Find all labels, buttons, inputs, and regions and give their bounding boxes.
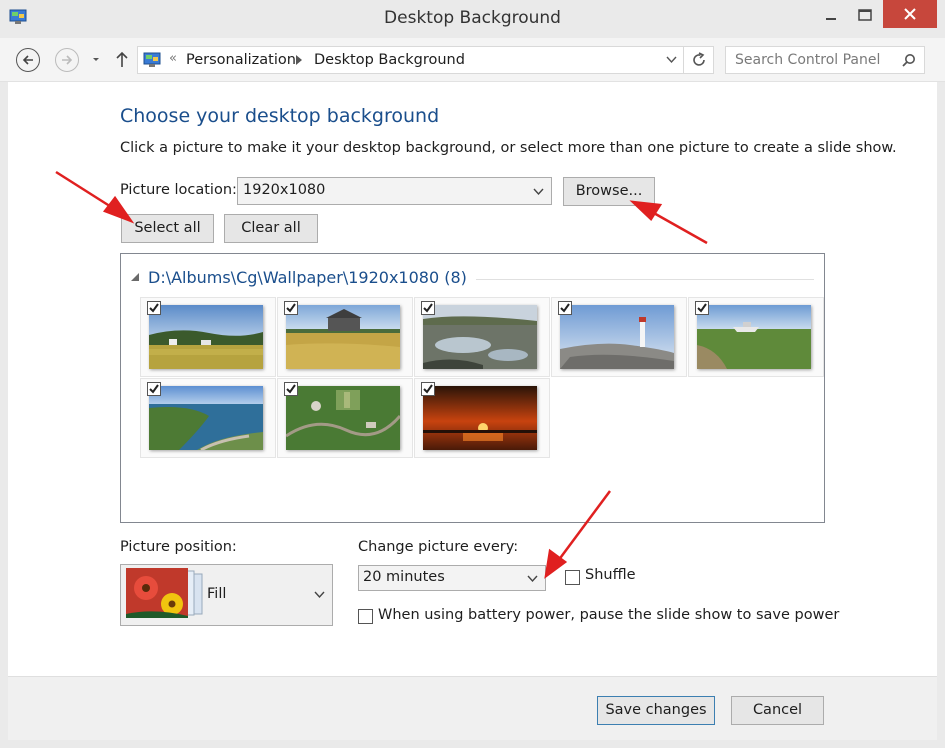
picture-position-value: Fill: [207, 586, 227, 602]
thumbnail-checkbox[interactable]: [284, 301, 298, 315]
breadcrumb-desktop-background[interactable]: Desktop Background: [314, 52, 465, 68]
breadcrumb-separator-icon[interactable]: [296, 55, 302, 65]
forward-button[interactable]: [55, 48, 79, 72]
group-divider: [476, 279, 814, 280]
picture-position-preview-icon: [126, 568, 203, 618]
thumbnail-coastal-cliff-road[interactable]: [140, 378, 276, 458]
picture-position-dropdown[interactable]: Fill: [120, 564, 333, 626]
back-button[interactable]: [16, 48, 40, 72]
checkmark-icon: [149, 384, 159, 394]
arrow-left-icon: [22, 55, 33, 65]
checkmark-icon: [423, 303, 433, 313]
checkmark-icon: [286, 384, 296, 394]
thumbnail-field-with-houses[interactable]: [140, 297, 276, 377]
refresh-button[interactable]: [684, 46, 714, 74]
control-panel-icon: [143, 52, 161, 67]
title-bar: Desktop Background: [0, 0, 945, 38]
thumbnail-barn-in-wheat-field[interactable]: [277, 297, 413, 377]
group-header[interactable]: D:\Albums\Cg\Wallpaper\1920x1080 (8): [148, 268, 467, 287]
shuffle-label[interactable]: Shuffle: [585, 567, 636, 583]
thumbnail-checkbox[interactable]: [695, 301, 709, 315]
navigation-bar: « Personalization Desktop Background: [0, 38, 945, 82]
close-icon: [904, 8, 916, 20]
minimize-icon: [826, 18, 836, 20]
cancel-button[interactable]: Cancel: [731, 696, 824, 725]
window-title: Desktop Background: [384, 8, 561, 28]
thumbnail-checkbox[interactable]: [421, 382, 435, 396]
wallpaper-boat-on-grassland: [697, 305, 811, 369]
thumbnail-checkbox[interactable]: [421, 301, 435, 315]
collapse-group-icon[interactable]: [131, 273, 139, 281]
breadcrumb-personalization[interactable]: Personalization: [186, 52, 296, 68]
thumbnail-checkbox[interactable]: [284, 382, 298, 396]
browse-button[interactable]: Browse...: [563, 177, 655, 206]
checkmark-icon: [286, 303, 296, 313]
content-panel: Choose your desktop background Click a p…: [8, 82, 937, 676]
arrow-right-icon: [62, 55, 73, 65]
select-all-button[interactable]: Select all: [121, 214, 214, 243]
chevron-down-icon[interactable]: [666, 56, 677, 64]
clear-all-button[interactable]: Clear all: [224, 214, 318, 243]
thumbnail-lighthouse-on-rocks[interactable]: [551, 297, 687, 377]
picture-location-value: 1920x1080: [243, 182, 326, 198]
checkmark-icon: [149, 303, 159, 313]
checkmark-icon: [560, 303, 570, 313]
wallpaper-sunset-over-water: [423, 386, 537, 450]
wallpaper-barn-in-wheat-field: [286, 305, 400, 369]
wallpaper-field-with-houses: [149, 305, 263, 369]
chevron-down-icon: [527, 575, 538, 583]
up-arrow-icon[interactable]: [114, 50, 130, 68]
page-description: Click a picture to make it your desktop …: [120, 140, 897, 156]
checkmark-icon: [423, 384, 433, 394]
maximize-icon: [858, 9, 872, 21]
picture-position-label: Picture position:: [120, 539, 237, 555]
page-title: Choose your desktop background: [120, 105, 440, 127]
thumbnail-aerial-village[interactable]: [277, 378, 413, 458]
battery-pause-checkbox[interactable]: [358, 609, 373, 624]
checkmark-icon: [697, 303, 707, 313]
change-picture-label: Change picture every:: [358, 539, 519, 555]
minimize-button[interactable]: [814, 0, 848, 30]
thumbnail-sunset-over-water[interactable]: [414, 378, 550, 458]
search-input[interactable]: [726, 47, 891, 73]
wallpaper-aerial-village: [286, 386, 400, 450]
save-changes-button[interactable]: Save changes: [597, 696, 715, 725]
picture-location-label: Picture location:: [120, 182, 237, 198]
battery-pause-label[interactable]: When using battery power, pause the slid…: [378, 607, 839, 623]
search-box[interactable]: [725, 46, 925, 74]
close-button[interactable]: [883, 0, 937, 28]
chevron-down-icon: [314, 591, 325, 599]
thumbnail-checkbox[interactable]: [147, 301, 161, 315]
thumbnail-checkbox[interactable]: [558, 301, 572, 315]
thumbnail-rocky-shore-pools[interactable]: [414, 297, 550, 377]
wallpaper-rocky-shore-pools: [423, 305, 537, 369]
search-icon[interactable]: [902, 53, 916, 67]
thumbnail-boat-on-grassland[interactable]: [688, 297, 824, 377]
breadcrumb-overflow-icon[interactable]: «: [169, 51, 177, 66]
maximize-button[interactable]: [848, 0, 882, 30]
dialog-footer: Save changes Cancel: [8, 676, 937, 740]
refresh-icon: [692, 52, 705, 66]
wallpaper-coastal-cliff-road: [149, 386, 263, 450]
change-interval-dropdown[interactable]: 20 minutes: [358, 565, 546, 591]
address-bar[interactable]: « Personalization Desktop Background: [137, 46, 684, 74]
chevron-down-icon: [533, 188, 544, 196]
thumbnail-checkbox[interactable]: [147, 382, 161, 396]
change-interval-value: 20 minutes: [363, 569, 445, 585]
shuffle-checkbox[interactable]: [565, 570, 580, 585]
picture-gallery[interactable]: D:\Albums\Cg\Wallpaper\1920x1080 (8): [120, 253, 825, 523]
wallpaper-lighthouse-on-rocks: [560, 305, 674, 369]
recent-locations-chevron-icon[interactable]: [90, 52, 102, 66]
picture-location-dropdown[interactable]: 1920x1080: [237, 177, 552, 205]
